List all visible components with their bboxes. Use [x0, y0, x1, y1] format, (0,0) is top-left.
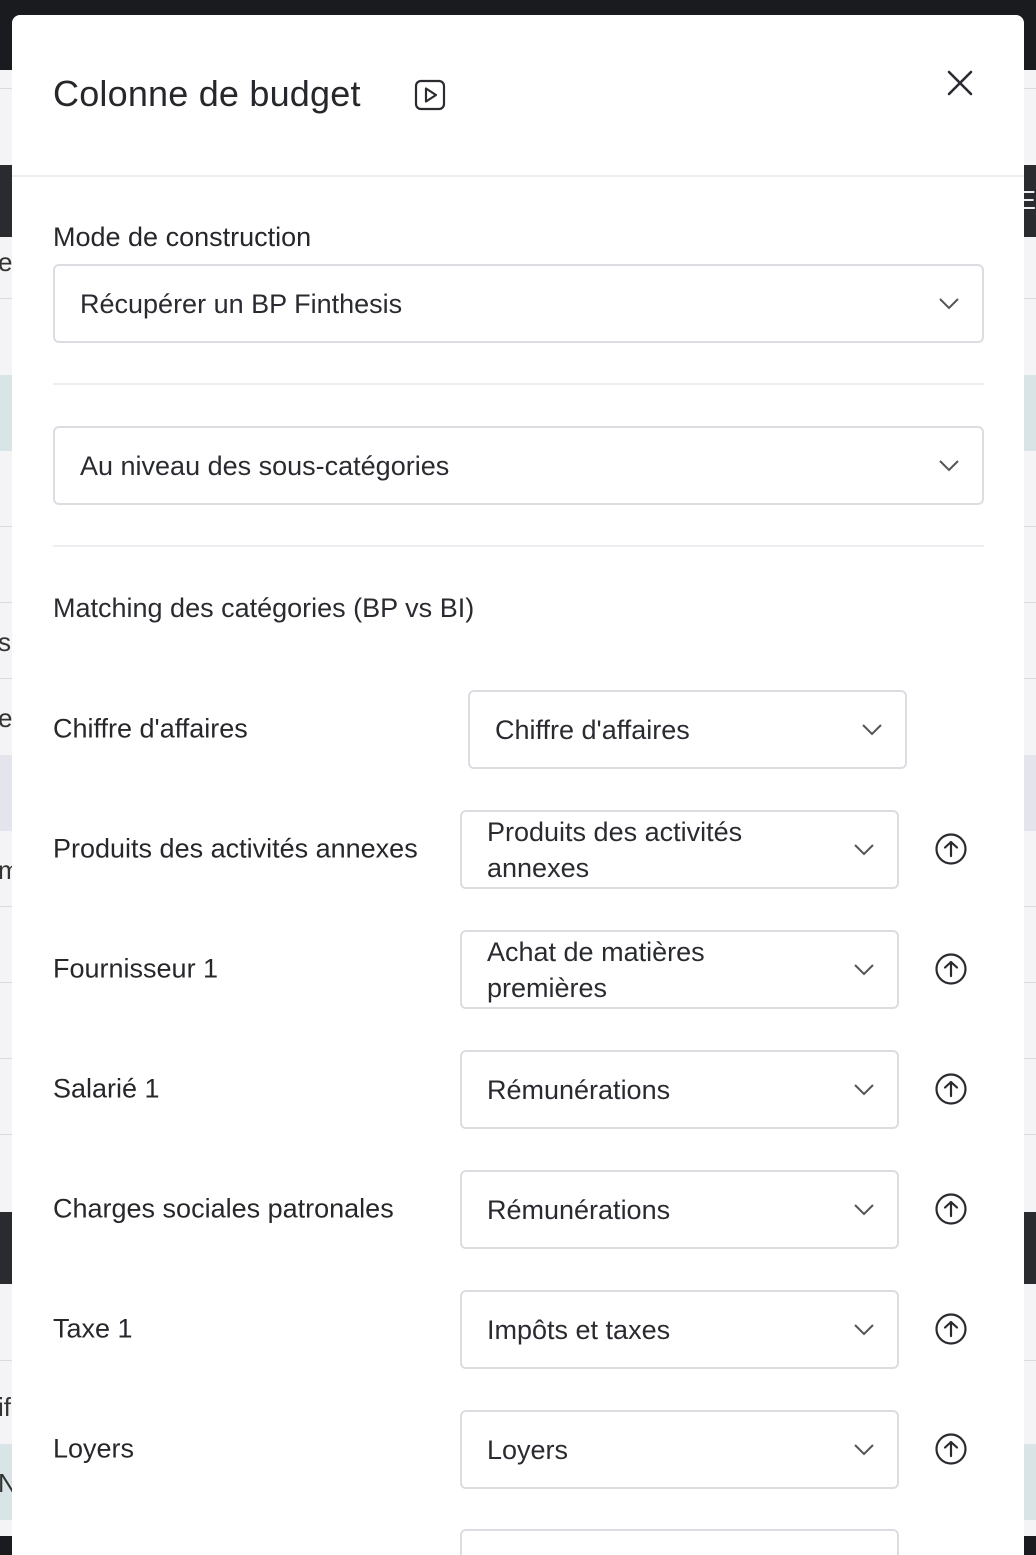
chevron-down-icon [854, 843, 874, 855]
chevron-down-icon [854, 1443, 874, 1455]
chevron-down-icon [854, 963, 874, 975]
matching-row-select[interactable]: Chiffre d'affaires [468, 690, 907, 769]
close-button[interactable] [940, 63, 980, 103]
matching-row-value: Rémunérations [487, 1194, 671, 1225]
matching-row-select[interactable]: Impôts et taxes [460, 1290, 899, 1369]
play-video-icon[interactable] [414, 79, 446, 111]
matching-row-select-partial[interactable] [460, 1529, 899, 1555]
level-value: Au niveau des sous-catégories [80, 450, 450, 481]
background-text-fragment: if [0, 1392, 11, 1422]
matching-row-value: Loyers [487, 1434, 569, 1465]
matching-row-label: Produits des activités annexes [53, 833, 418, 864]
matching-row-label: Salarié 1 [53, 1073, 160, 1104]
matching-row-label: Charges sociales patronales [53, 1193, 394, 1224]
matching-row-select[interactable]: Rémunérations [460, 1170, 899, 1249]
divider [53, 383, 984, 385]
matching-row-select[interactable]: Rémunérations [460, 1050, 899, 1129]
matching-row-value: Impôts et taxes [487, 1314, 671, 1345]
arrow-up-circle-icon[interactable] [934, 1312, 968, 1346]
matching-row-label: Chiffre d'affaires [53, 713, 248, 744]
arrow-up-circle-icon[interactable] [934, 832, 968, 866]
chevron-down-icon [862, 723, 882, 735]
matching-row-value: Produits des activités annexes [487, 816, 743, 883]
matching-row-select[interactable]: Achat de matières premières [460, 930, 899, 1009]
modal-title: Colonne de budget [53, 73, 361, 114]
chevron-down-icon [939, 459, 959, 471]
matching-row-value: Rémunérations [487, 1074, 671, 1105]
matching-row-select[interactable]: Loyers [460, 1410, 899, 1489]
arrow-up-circle-icon[interactable] [934, 1192, 968, 1226]
modal-header: Colonne de budget [12, 15, 1024, 177]
matching-row-label: Loyers [53, 1433, 135, 1464]
chevron-down-icon [854, 1323, 874, 1335]
construction-mode-value: Récupérer un BP Finthesis [80, 288, 403, 319]
matching-row-value: Achat de matières premières [487, 936, 705, 1003]
matching-row-select[interactable]: Produits des activités annexes [460, 810, 899, 889]
matching-row-label: Taxe 1 [53, 1313, 133, 1344]
background-text-fragment: e [0, 247, 13, 277]
matching-row-label: Fournisseur 1 [53, 953, 219, 984]
matching-row-value: Chiffre d'affaires [495, 714, 690, 745]
chevron-down-icon [939, 297, 959, 309]
chevron-down-icon [854, 1203, 874, 1215]
matching-section-title: Matching des catégories (BP vs BI) [53, 593, 475, 623]
construction-mode-label: Mode de construction [53, 222, 312, 252]
construction-mode-select[interactable]: Récupérer un BP Finthesis [53, 264, 984, 343]
budget-column-modal: Colonne de budget Mode de construction R… [12, 15, 1024, 1555]
arrow-up-circle-icon[interactable] [934, 1072, 968, 1106]
divider [53, 545, 984, 547]
background-text-fragment: s [0, 627, 11, 657]
background-text-fragment: e [0, 703, 13, 733]
close-icon [947, 70, 973, 96]
arrow-up-circle-icon[interactable] [934, 952, 968, 986]
chevron-down-icon [854, 1083, 874, 1095]
arrow-up-circle-icon[interactable] [934, 1432, 968, 1466]
level-select[interactable]: Au niveau des sous-catégories [53, 426, 984, 505]
